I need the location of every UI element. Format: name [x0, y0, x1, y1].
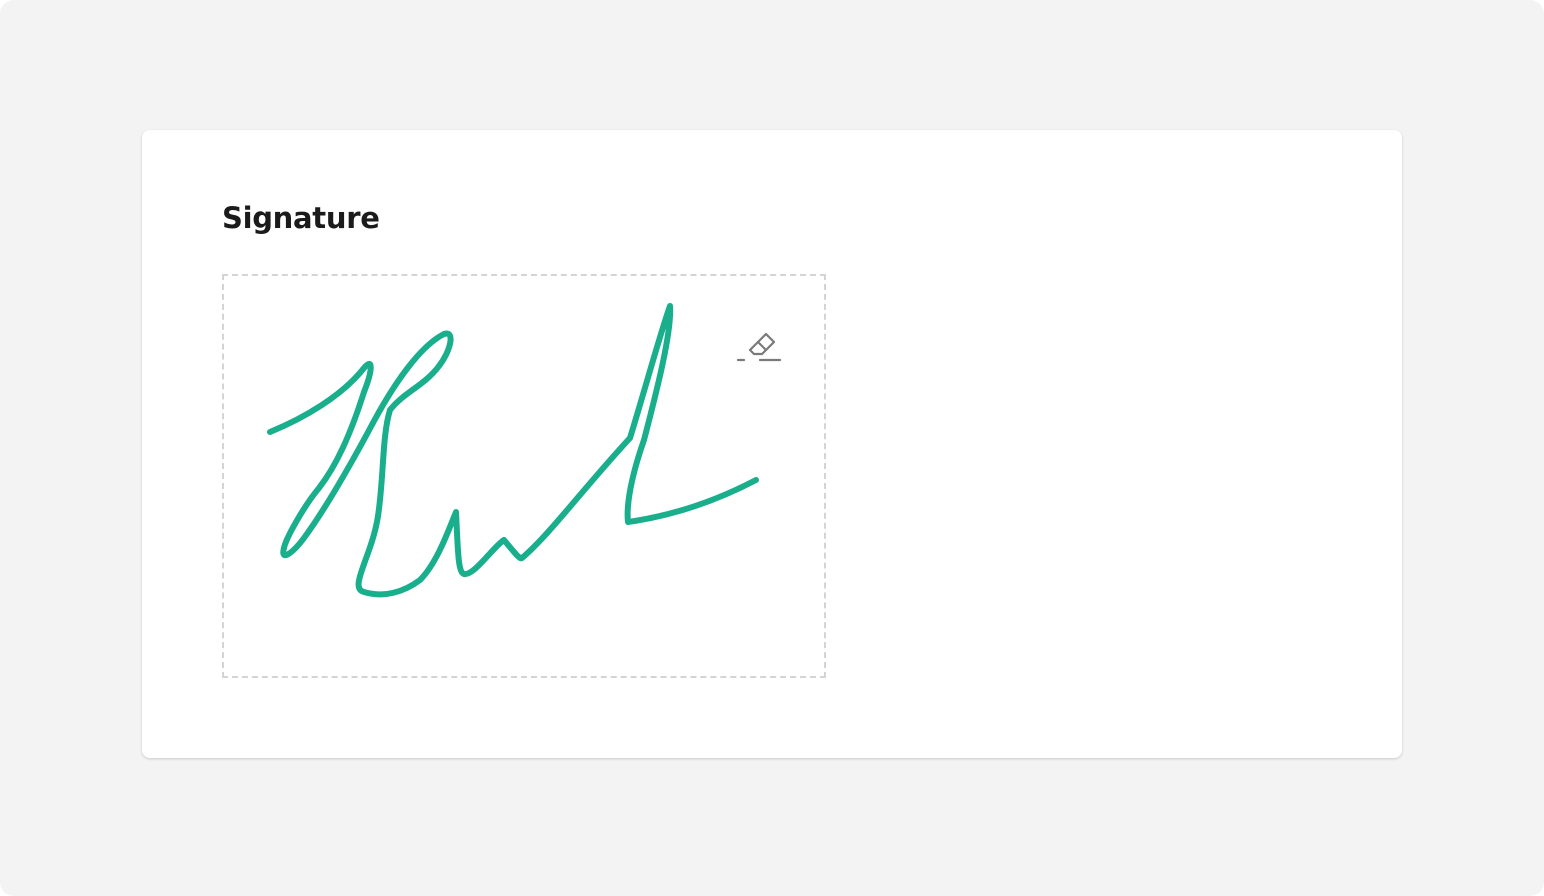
signature-drawing	[267, 303, 759, 598]
signature-card: Signature	[142, 130, 1402, 758]
eraser-icon	[736, 332, 782, 362]
page-background: Signature	[0, 0, 1544, 896]
clear-signature-button[interactable]	[736, 320, 784, 364]
signature-label: Signature	[222, 201, 380, 235]
signature-pad[interactable]	[222, 274, 826, 678]
